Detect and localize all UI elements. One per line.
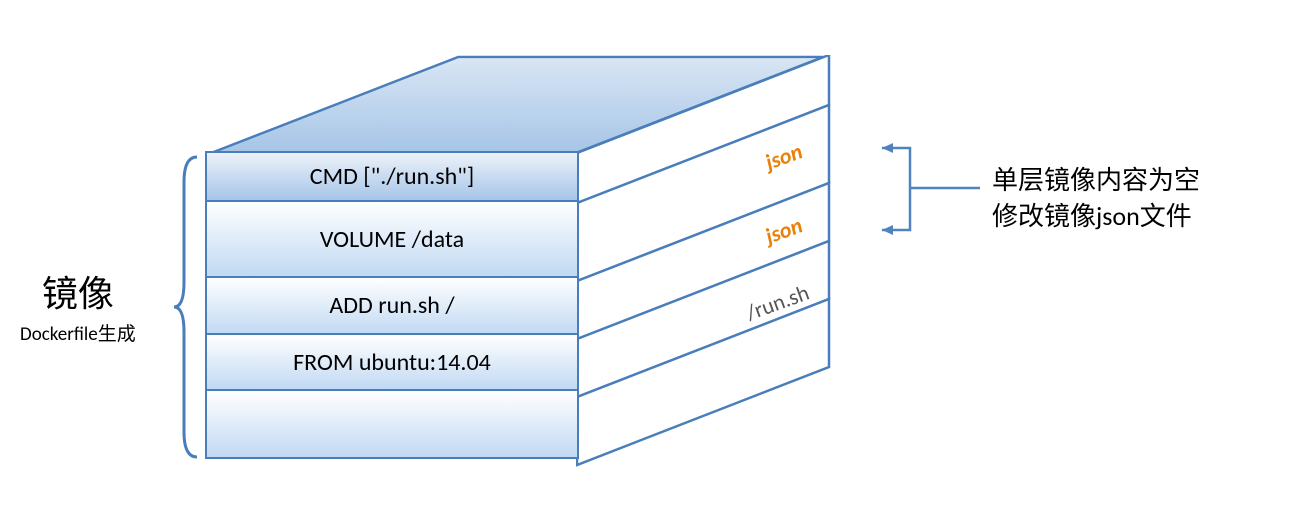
layer-cmd-text: CMD ["./run.sh"]: [310, 162, 474, 191]
left-brace-icon: [172, 152, 202, 462]
annotation-line-1: 单层镜像内容为空: [992, 162, 1200, 198]
image-subtitle: Dockerfile生成: [20, 319, 136, 346]
annotation-line-2: 修改镜像json文件: [992, 198, 1200, 234]
layer-cmd: CMD ["./run.sh"]: [205, 151, 579, 203]
layer-volume: VOLUME /data: [205, 200, 579, 278]
side-faces-group: [576, 55, 832, 467]
right-annotation: 单层镜像内容为空 修改镜像json文件: [992, 162, 1200, 235]
right-arrows-group: [860, 130, 990, 260]
layer-from-spacer: FROM ubuntu:14.04: [205, 333, 579, 391]
left-label-group: 镜像 Dockerfile生成: [20, 265, 136, 346]
layer-volume-text: VOLUME /data: [320, 225, 464, 254]
layer-from-text: FROM ubuntu:14.04: [293, 348, 491, 377]
layer-bottom: [205, 389, 579, 459]
layer-add: ADD run.sh /: [205, 276, 579, 336]
image-title: 镜像: [20, 265, 136, 317]
front-layers: CMD ["./run.sh"] VOLUME /data ADD run.sh…: [205, 153, 579, 459]
diagram-container: 镜像 Dockerfile生成: [0, 0, 1296, 517]
layer-add-text: ADD run.sh /: [329, 291, 454, 320]
